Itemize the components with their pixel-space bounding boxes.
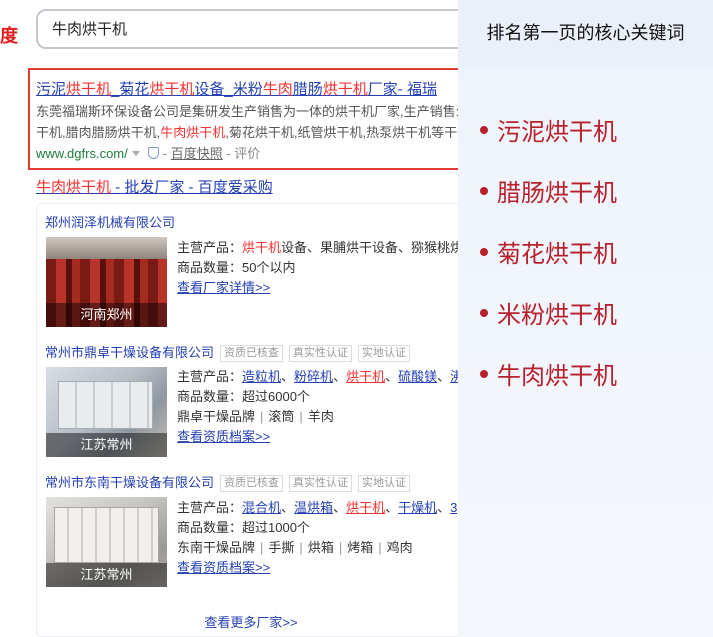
main-products: 主营产品：烘干机设备、果脯烘干设备、猕猴桃烘: [177, 240, 464, 255]
product-count: 商品数量：超过1000个: [177, 520, 310, 535]
company-name: 常州市东南干燥设备有限公司 资质已核查 真实性认证 实地认证: [45, 472, 411, 492]
keyword-panel: 排名第一页的核心关键词 污泥烘干机 腊肠烘干机 菊花烘干机 米粉烘干机 牛肉烘干…: [458, 0, 713, 637]
company-info: 主营产品：烘干机设备、果脯烘干设备、猕猴桃烘 商品数量：50个以内 查看厂家详情…: [177, 238, 463, 298]
view-credentials-link[interactable]: 查看资质档案>>: [177, 560, 270, 575]
title-segment[interactable]: 腊肠: [293, 81, 323, 98]
aicaigou-title-link[interactable]: 牛肉烘干机 - 批发厂家 - 百度爱采购: [36, 179, 273, 196]
description-line-1: 东莞福瑞斯环保设备公司是集研发生产销售为一体的烘干机厂家,生产销售:: [36, 104, 460, 119]
photo-machine: [58, 381, 153, 429]
title-segment[interactable]: - 批发厂家 - 百度爱采购: [111, 179, 273, 196]
title-segment[interactable]: 烘干机: [149, 81, 194, 98]
keyword-item: 米粉烘干机: [480, 295, 617, 356]
baidu-logo-fragment[interactable]: 度: [0, 22, 18, 48]
result-title[interactable]: 污泥烘干机_菊花烘干机设备_米粉牛肉腊肠烘干机厂家- 福瑞: [36, 78, 437, 99]
authenticity-badge: 真实性认证: [289, 345, 353, 362]
view-credentials-link[interactable]: 查看资质档案>>: [177, 429, 270, 444]
title-segment[interactable]: 烘干机: [66, 179, 111, 196]
company-photo[interactable]: 江苏常州: [46, 497, 167, 587]
keyword-item: 牛肉烘干机: [480, 356, 617, 417]
title-segment[interactable]: 厂家- 福瑞: [368, 81, 437, 98]
description-line-2: 干机,腊肉腊肠烘干机,牛肉烘干机,菊花烘干机,纸管烘干机,热泵烘干机等干燥: [36, 125, 468, 140]
title-segment[interactable]: 牛肉: [263, 81, 293, 98]
keyword-list: 污泥烘干机 腊肠烘干机 菊花烘干机 米粉烘干机 牛肉烘干机: [480, 112, 617, 417]
title-segment[interactable]: 烘干机: [66, 81, 111, 98]
shield-icon[interactable]: [147, 147, 159, 159]
product-count: 商品数量：50个以内: [177, 260, 296, 275]
main-products: 主营产品：混合机、温烘箱、烘干机、干燥机、3: [177, 500, 458, 515]
photo-location-caption: 江苏常州: [46, 433, 167, 457]
photo-location-caption: 江苏常州: [46, 563, 167, 587]
company-info: 主营产品：混合机、温烘箱、烘干机、干燥机、3 商品数量：超过1000个 东南干燥…: [177, 498, 457, 578]
supplier-panel: 郑州润泽机械有限公司 河南郑州 主营产品：烘干机设备、果脯烘干设备、猕猴桃烘 商…: [36, 203, 466, 637]
main-products: 主营产品：造粒机、粉碎机、烘干机、硫酸镁、沸: [177, 369, 464, 384]
aicaigou-result-title[interactable]: 牛肉烘干机 - 批发厂家 - 百度爱采购: [36, 176, 273, 197]
more-suppliers-link[interactable]: 查看更多厂家>>: [37, 612, 465, 631]
search-input[interactable]: [52, 20, 452, 37]
rating-link[interactable]: - 评价: [223, 146, 260, 161]
verified-badge: 资质已核查: [220, 475, 284, 492]
bullet-icon: [480, 370, 488, 378]
keyword-item: 菊花烘干机: [480, 234, 617, 295]
url-dropdown-icon[interactable]: [131, 151, 140, 156]
photo-rack: [46, 237, 167, 259]
company-name: 常州市鼎卓干燥设备有限公司 资质已核查 真实性认证 实地认证: [45, 342, 411, 362]
result-description: 东莞福瑞斯环保设备公司是集研发生产销售为一体的烘干机厂家,生产销售: 干机,腊肉…: [36, 101, 468, 143]
company-tags: 鼎卓干燥品牌 | 滚筒 | 羊肉: [177, 409, 334, 424]
search-result-dgfrs: 污泥烘干机_菊花烘干机设备_米粉牛肉腊肠烘干机厂家- 福瑞 东莞福瑞斯环保设备公…: [28, 68, 468, 170]
description-highlight: 牛肉烘干机: [160, 125, 226, 140]
company-tags: 东南干燥品牌 | 手撕 | 烘箱 | 烤箱 | 鸡肉: [177, 540, 413, 555]
onsite-badge: 实地认证: [358, 345, 411, 362]
bullet-icon: [480, 126, 488, 134]
view-details-link[interactable]: 查看厂家详情>>: [177, 280, 270, 295]
title-segment[interactable]: 牛肉: [36, 179, 66, 196]
title-segment[interactable]: 设备_米粉: [194, 81, 262, 98]
snapshot-link[interactable]: 百度快照: [171, 146, 223, 161]
company-name[interactable]: 郑州润泽机械有限公司: [45, 212, 175, 231]
result-title-link[interactable]: 污泥烘干机_菊花烘干机设备_米粉牛肉腊肠烘干机厂家- 福瑞: [36, 81, 437, 98]
keyword-item: 腊肠烘干机: [480, 173, 617, 234]
photo-location-caption: 河南郑州: [46, 303, 167, 327]
result-meta: www.dgfrs.com/ - 百度快照 - 评价: [36, 143, 260, 162]
bullet-icon: [480, 248, 488, 256]
verified-badge: 资质已核查: [220, 345, 284, 362]
company-info: 主营产品：造粒机、粉碎机、烘干机、硫酸镁、沸 商品数量：超过6000个 鼎卓干燥…: [177, 367, 463, 447]
search-box[interactable]: [36, 9, 476, 49]
separator-dash: -: [162, 146, 171, 161]
keyword-item: 污泥烘干机: [480, 112, 617, 173]
bullet-icon: [480, 309, 488, 317]
title-segment[interactable]: _菊花: [111, 81, 149, 98]
photo-machine: [54, 507, 159, 563]
result-url[interactable]: www.dgfrs.com/: [36, 146, 128, 161]
title-segment[interactable]: 污泥: [36, 81, 66, 98]
onsite-badge: 实地认证: [358, 475, 411, 492]
bullet-icon: [480, 187, 488, 195]
title-segment[interactable]: 烘干机: [323, 81, 368, 98]
keyword-panel-title: 排名第一页的核心关键词: [458, 0, 713, 68]
company-photo[interactable]: 河南郑州: [46, 237, 167, 327]
product-count: 商品数量：超过6000个: [177, 389, 310, 404]
company-photo[interactable]: 江苏常州: [46, 367, 167, 457]
authenticity-badge: 真实性认证: [289, 475, 353, 492]
